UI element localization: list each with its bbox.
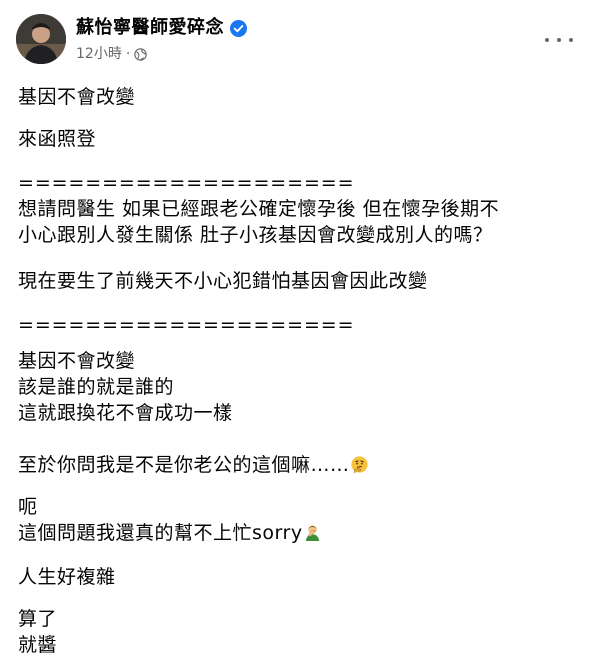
thinking-face-emoji [350,456,368,474]
post-text-line: 算了 [18,608,58,630]
post-text: 這個問題我還真的幫不上忙sorry [18,522,303,544]
post-text-line: 想請問醫生 如果已經跟老公確定懷孕後 但在懷孕後期不 [18,198,500,220]
post-meta: 12小時 · [76,45,148,63]
author-avatar[interactable] [16,14,66,64]
paragraph: 人生好複雜 [18,564,116,590]
paragraph: ==================== [18,312,354,338]
post-text: 至於你問我是不是你老公的這個嘛…… [18,454,350,476]
paragraph: 算了 就醬 [18,606,57,658]
post-text-line: 基因不會改變 [18,86,136,108]
person-facepalming-emoji [305,525,319,542]
facebook-post: 蘇怡寧醫師愛碎念 12小時 · 基因不會改變 來函照登 ============… [0,0,593,671]
post-text-line: 這就跟換花不會成功一樣 [18,402,233,424]
post-text-line: 這個問題我還真的幫不上忙sorry [18,520,322,546]
post-text-line: 人生好複雜 [18,566,116,588]
more-options-icon[interactable] [545,30,573,50]
separator-line: ==================== [18,314,355,336]
post-text-line: 就醬 [18,634,58,656]
post-text-line: 來函照登 [18,128,97,150]
post-text-line: 該是誰的就是誰的 [18,376,175,398]
post-header: 蘇怡寧醫師愛碎念 12小時 · [16,14,577,66]
author-name-text[interactable]: 蘇怡寧醫師愛碎念 [76,16,224,40]
post-text-line: 基因不會改變 [18,350,136,372]
paragraph: 基因不會改變 [18,84,135,110]
paragraph: 現在要生了前幾天不小心犯錯怕基因會因此改變 [18,268,428,294]
globe-icon[interactable] [134,47,148,61]
author-name[interactable]: 蘇怡寧醫師愛碎念 [76,16,247,40]
separator-line: ==================== [18,172,355,194]
post-text-line: 呃 [18,496,38,518]
post-timestamp[interactable]: 12小時 [76,45,122,63]
paragraph: 來函照登 [18,126,96,152]
paragraph: 至於你問我是不是你老公的這個嘛…… [18,452,369,478]
post-text-line: 現在要生了前幾天不小心犯錯怕基因會因此改變 [18,270,428,292]
post-text-line: 小心跟別人發生關係 肚子小孩基因會改變成別人的嗎？ [18,224,493,246]
paragraph: ==================== 想請問醫生 如果已經跟老公確定懷孕後 … [18,170,499,248]
paragraph: 呃 這個問題我還真的幫不上忙sorry [18,494,322,546]
paragraph: 基因不會改變 該是誰的就是誰的 這就跟換花不會成功一樣 [18,348,233,426]
verified-badge-icon [230,19,247,37]
meta-separator: · [125,46,131,62]
post-text-line: 至於你問我是不是你老公的這個嘛…… [18,452,369,478]
